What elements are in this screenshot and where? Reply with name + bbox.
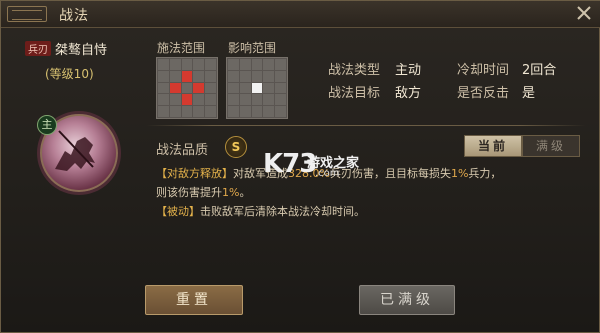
cast-range-cell: [205, 106, 216, 117]
skill-level: (等级10): [45, 67, 94, 81]
quality-grade-badge: S: [225, 136, 247, 158]
effect-range-cell: [251, 106, 263, 117]
site-watermark: K73 游戏之家 .com: [263, 149, 381, 189]
faction-badge: 主: [37, 115, 57, 135]
cast-range-cell: [193, 70, 205, 82]
cast-range-cell: [169, 106, 181, 117]
cooldown-label: 冷却时间: [457, 63, 510, 78]
cast-range-cell: [205, 82, 216, 94]
cast-range-label: 施法范围: [157, 41, 206, 55]
effect-range-cell: [228, 106, 239, 117]
effect-range-cell: [239, 59, 251, 70]
skill-type-label: 战法类型: [328, 63, 381, 78]
cast-range-cell: [193, 106, 205, 117]
effect-range-cell: [251, 70, 263, 82]
effect-range-cell: [263, 59, 275, 70]
effect-range-cell: [228, 70, 239, 82]
skill-window: 战法 兵刃 桀骜自恃 (等级10) 主 施法范围 影响范围 战法类型 主动 冷却时…: [0, 0, 600, 333]
effect-range-cell: [263, 94, 275, 106]
effect-range-grid: [226, 57, 288, 119]
effect-range-cell: [251, 94, 263, 106]
skill-type-value: 主动: [395, 63, 422, 78]
quality-label: 战法品质: [156, 143, 209, 158]
target-label: 战法目标: [328, 86, 381, 101]
cast-range-cell: [158, 82, 169, 94]
tab-max-level[interactable]: 满级: [522, 135, 580, 157]
effect-range-cell: [251, 59, 263, 70]
effect-range-cell: [239, 82, 251, 94]
cast-range-cell: [205, 70, 216, 82]
counter-value: 是: [522, 86, 536, 101]
skill-name: 桀骜自恃: [55, 43, 108, 58]
passive-tag: 【被动】: [156, 205, 200, 218]
reset-button[interactable]: 重置: [145, 285, 243, 315]
cast-range-cell: [158, 94, 169, 106]
effect-range-cell: [239, 94, 251, 106]
effect-range-cell: [251, 82, 263, 94]
effect-range-cell: [228, 82, 239, 94]
effect-range-label: 影响范围: [228, 41, 277, 55]
level-tabs: 当前 满级: [464, 135, 580, 157]
title-bar: 战法: [1, 1, 600, 28]
description-line-3: 【被动】击败敌军后清除本战法冷却时间。: [156, 205, 365, 218]
cast-range-cell: [169, 70, 181, 82]
watermark-com: .com: [315, 168, 340, 179]
cast-range-cell: [193, 59, 205, 70]
window-title: 战法: [59, 8, 89, 24]
effect-range-cell: [263, 70, 275, 82]
cast-range-cell: [158, 59, 169, 70]
cast-range-cell: [169, 59, 181, 70]
close-icon[interactable]: [575, 4, 593, 22]
skill-type-tag: 兵刃: [25, 41, 51, 56]
effect-range-cell: [239, 106, 251, 117]
cast-range-cell: [158, 106, 169, 117]
counter-label: 是否反击: [457, 86, 510, 101]
cast-range-cell: [181, 70, 193, 82]
target-enemy-tag: 【对敌方释放】: [156, 167, 233, 180]
section-divider: [146, 125, 586, 126]
cast-range-cell: [181, 82, 193, 94]
effect-range-cell: [228, 94, 239, 106]
cooldown-value: 2回合: [522, 63, 557, 78]
effect-range-cell: [228, 59, 239, 70]
effect-range-cell: [275, 94, 286, 106]
cast-range-cell: [181, 94, 193, 106]
effect-range-cell: [275, 70, 286, 82]
title-ornament-icon: [7, 6, 47, 22]
cast-range-cell: [205, 59, 216, 70]
effect-range-cell: [275, 82, 286, 94]
cast-range-cell: [169, 94, 181, 106]
cast-range-grid: [156, 57, 218, 119]
skill-name-row: 兵刃 桀骜自恃: [25, 39, 107, 58]
cast-range-cell: [193, 94, 205, 106]
cast-range-cell: [181, 106, 193, 117]
cast-range-cell: [205, 94, 216, 106]
max-level-button[interactable]: 已满级: [359, 285, 455, 315]
effect-range-cell: [275, 106, 286, 117]
cast-range-cell: [169, 82, 181, 94]
effect-range-cell: [263, 82, 275, 94]
tab-current[interactable]: 当前: [464, 135, 522, 157]
effect-range-cell: [275, 59, 286, 70]
effect-range-cell: [263, 106, 275, 117]
cast-range-cell: [181, 59, 193, 70]
cast-range-cell: [193, 82, 205, 94]
cast-range-cell: [158, 70, 169, 82]
target-value: 敌方: [395, 86, 422, 101]
effect-range-cell: [239, 70, 251, 82]
